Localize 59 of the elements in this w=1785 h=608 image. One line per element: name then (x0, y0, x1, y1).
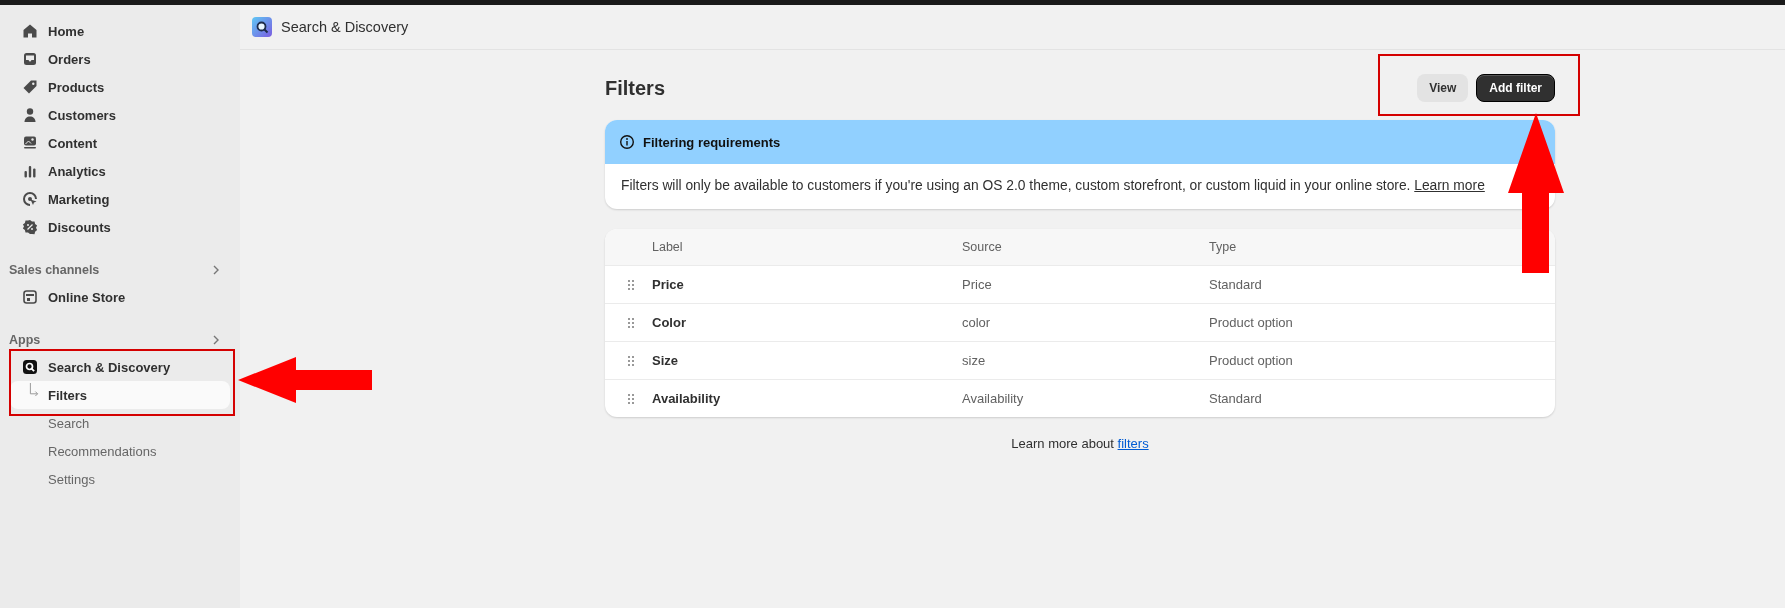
footer-text: Learn more about filters (1010, 436, 1150, 451)
nav-item[interactable]: Home (10, 17, 230, 45)
add-button[interactable]: Add filter (1476, 74, 1555, 102)
tag-icon (22, 79, 38, 95)
nav-item[interactable]: Discounts (10, 213, 230, 241)
nav-item[interactable]: Customers (10, 101, 230, 129)
column-header: Source (962, 240, 1003, 254)
section-heading: Sales channels (9, 263, 100, 277)
page-title: Filters (605, 76, 666, 100)
drag-handle-icon[interactable] (626, 316, 635, 329)
nav-subitem[interactable]: Recommendations (10, 437, 230, 465)
nav-item[interactable]: Analytics (10, 157, 230, 185)
drag-handle-icon[interactable] (626, 278, 635, 291)
table-cell-text: Price (652, 277, 685, 292)
table-cell-text: color (962, 315, 992, 330)
banner-title: Filtering requirements (643, 134, 781, 150)
column-header: Type (1209, 240, 1238, 254)
table-cell-text: Product option (1209, 353, 1294, 368)
filters-link[interactable]: filters (1117, 436, 1149, 451)
app-logo-icon (252, 17, 272, 37)
nav-subitem[interactable]: Search (10, 409, 230, 437)
nav-item[interactable]: Products (10, 73, 230, 101)
nav-item[interactable]: Content (10, 129, 230, 157)
view-button[interactable]: View (1417, 74, 1469, 102)
nav-item[interactable]: Orders (10, 45, 230, 73)
table-cell-text: Size (652, 353, 679, 368)
table-cell-text: Product option (1209, 315, 1294, 330)
table-cell-text: Standard (1209, 277, 1263, 292)
target-icon (22, 191, 38, 207)
person-icon (22, 107, 38, 123)
arrow-left-icon (238, 357, 372, 403)
drag-handle-icon[interactable] (626, 354, 635, 367)
table-cell-text: size (962, 353, 987, 368)
table-cell-text: Availability (652, 391, 722, 406)
table-cell-text: Price (962, 277, 993, 292)
nav-item[interactable]: Online Store (10, 283, 230, 311)
app-title: Search & Discovery (281, 19, 409, 35)
drag-handle-icon[interactable] (626, 392, 635, 405)
arrow-up-icon (1508, 113, 1564, 273)
table-cell-text: Standard (1209, 391, 1263, 406)
store-icon (22, 289, 38, 305)
chevron-right-icon[interactable] (212, 334, 220, 346)
learn-more-link[interactable]: Learn more (1414, 178, 1485, 193)
table-cell-text: Availability (962, 391, 1025, 406)
nav-item[interactable]: Marketing (10, 185, 230, 213)
home-icon (22, 23, 38, 39)
info-icon (619, 134, 635, 150)
column-header: Label (652, 240, 684, 254)
search-app-icon (22, 359, 38, 375)
image-icon (22, 135, 38, 151)
nav-subitem[interactable]: Settings (10, 465, 230, 493)
table-cell-text: Color (652, 315, 687, 330)
section-heading: Apps (9, 333, 41, 347)
discount-icon (22, 219, 38, 235)
chevron-right-icon[interactable] (212, 264, 220, 276)
nav-item[interactable]: Search & Discovery (10, 353, 230, 381)
inbox-icon (22, 51, 38, 67)
nav-subitem[interactable]: Filters (10, 381, 230, 409)
chart-icon (22, 163, 38, 179)
